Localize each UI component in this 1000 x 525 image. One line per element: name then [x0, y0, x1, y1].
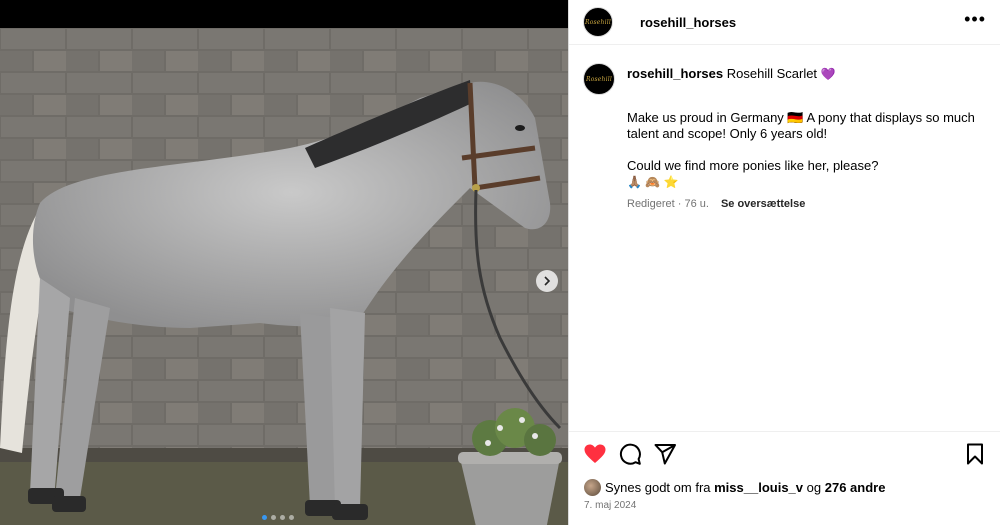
likes-others-link[interactable]: 276 andre	[825, 480, 886, 495]
avatar-logo-text: Rosehill	[586, 75, 612, 83]
heart-filled-icon	[584, 444, 606, 463]
caption: Rosehill rosehill_horses Rosehill Scarle…	[583, 63, 986, 212]
liker-username[interactable]: miss__louis_v	[714, 480, 803, 495]
caption-meta: Redigeret · 76 u. Se oversættelse	[627, 196, 986, 212]
post-date[interactable]: 7. maj 2024	[584, 500, 636, 511]
caption-emojis: 🙏🏽 🙈 ⭐	[627, 175, 679, 189]
post-header: Rosehill rosehill_horses •••	[569, 0, 1000, 45]
comment-button[interactable]	[618, 442, 642, 466]
avatar[interactable]	[584, 479, 601, 496]
likes-joiner: og	[806, 480, 822, 495]
likes-summary: Synes godt om fra miss__louis_v og 276 a…	[584, 479, 885, 496]
caption-text: Make us proud in Germany 🇩🇪 A pony that …	[627, 94, 986, 190]
like-button[interactable]	[583, 442, 607, 466]
comment-icon	[619, 443, 641, 465]
caption-username[interactable]: rosehill_horses	[627, 66, 723, 81]
avatar-logo-text: Rosehill	[585, 18, 611, 26]
translate-link[interactable]: Se oversættelse	[721, 196, 805, 212]
caption-header: rosehill_horses Rosehill Scarlet 💜	[627, 66, 986, 82]
carousel-dot	[262, 515, 267, 520]
action-bar	[569, 431, 1000, 475]
carousel-next-button[interactable]	[536, 270, 558, 292]
post-media[interactable]	[0, 0, 568, 525]
likes-prefix: Synes godt om fra	[605, 480, 711, 495]
avatar[interactable]: Rosehill	[583, 63, 615, 95]
chevron-right-icon	[544, 276, 551, 286]
more-options-icon[interactable]: •••	[964, 10, 986, 30]
share-icon	[654, 443, 676, 464]
caption-line-2: Could we find more ponies like her, plea…	[627, 158, 879, 173]
horse-photo	[0, 28, 568, 525]
carousel-indicator	[262, 515, 294, 520]
purple-heart-emoji: 💜	[820, 67, 836, 81]
caption-title: Rosehill Scarlet	[726, 66, 818, 81]
carousel-dot	[280, 515, 285, 520]
author-username[interactable]: rosehill_horses	[640, 15, 736, 30]
caption-body: rosehill_horses Rosehill Scarlet 💜 Make …	[627, 63, 986, 212]
carousel-dot	[271, 515, 276, 520]
share-button[interactable]	[653, 442, 677, 466]
carousel-dot	[289, 515, 294, 520]
save-button[interactable]	[963, 442, 987, 466]
caption-line-1: Make us proud in Germany 🇩🇪 A pony that …	[627, 110, 975, 141]
post-sidebar: Rosehill rosehill_horses ••• Rosehill ro…	[568, 0, 1000, 525]
bookmark-icon	[967, 443, 983, 464]
edited-timestamp[interactable]: Redigeret · 76 u.	[627, 196, 709, 212]
avatar[interactable]: Rosehill	[583, 7, 613, 37]
